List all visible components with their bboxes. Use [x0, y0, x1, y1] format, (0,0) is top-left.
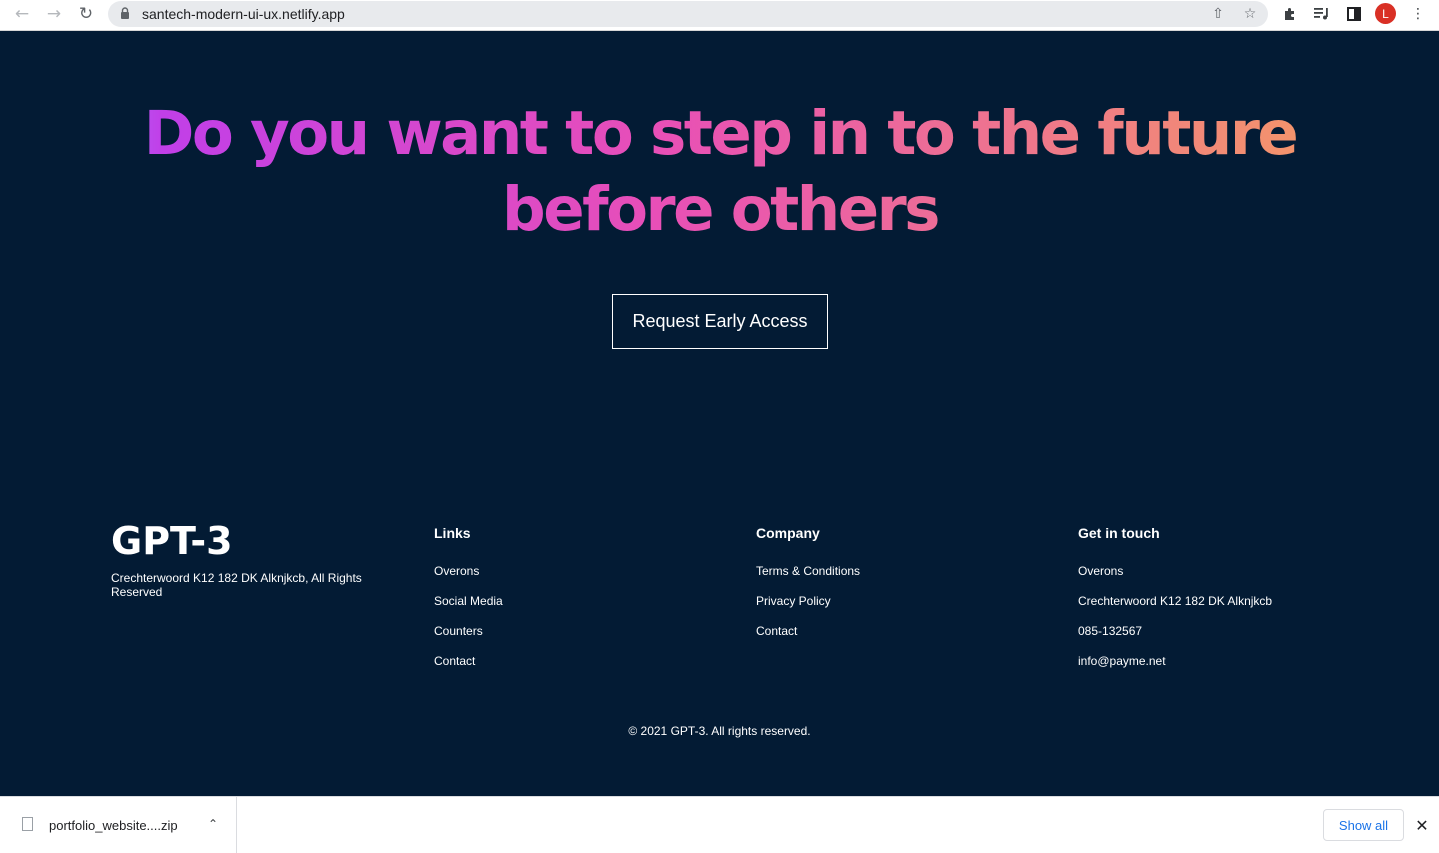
more-menu-icon[interactable]: ⋮ — [1408, 4, 1428, 24]
footer-contact-phone: 085-132567 — [1078, 624, 1143, 638]
footer-link-terms[interactable]: Terms & Conditions — [756, 564, 860, 594]
download-item[interactable]: portfolio_website....zip ⌃ — [0, 797, 237, 853]
footer-link-social-media[interactable]: Social Media — [434, 594, 503, 624]
zip-file-icon — [22, 817, 33, 831]
lock-icon — [121, 7, 129, 19]
footer-link-contact[interactable]: Contact — [434, 654, 503, 684]
footer-address: Crechterwoord K12 182 DK Alknjkcb, All R… — [111, 571, 362, 599]
cta-headline: Do you want to step in to the future bef… — [100, 96, 1340, 248]
forward-arrow-icon[interactable]: → — [41, 3, 67, 25]
footer-copyright: © 2021 GPT-3. All rights reserved. — [628, 724, 811, 738]
download-file-name: portfolio_website....zip — [49, 818, 178, 833]
footer-get-in-touch-title: Get in touch — [1078, 525, 1160, 541]
side-panel-icon[interactable] — [1344, 4, 1364, 24]
address-bar[interactable]: santech-modern-ui-ux.netlify.app ⇧ ☆ — [108, 1, 1268, 27]
browser-toolbar: ← → ↻ santech-modern-ui-ux.netlify.app ⇧… — [0, 0, 1439, 31]
download-shelf: portfolio_website....zip ⌃ Show all ✕ — [0, 796, 1439, 853]
footer-company-title: Company — [756, 525, 820, 541]
request-early-access-button[interactable]: Request Early Access — [612, 294, 828, 349]
footer-contact-list: Overons Crechterwoord K12 182 DK Alknjkc… — [1078, 564, 1272, 684]
footer-contact-overons: Overons — [1078, 564, 1124, 578]
close-icon[interactable]: ✕ — [1412, 815, 1432, 835]
bookmark-star-icon[interactable]: ☆ — [1241, 5, 1259, 23]
footer-link-company-contact[interactable]: Contact — [756, 624, 860, 654]
profile-avatar[interactable]: L — [1375, 3, 1396, 24]
footer-link-privacy-policy[interactable]: Privacy Policy — [756, 594, 860, 624]
url-text: santech-modern-ui-ux.netlify.app — [142, 6, 345, 22]
media-queue-icon[interactable] — [1312, 4, 1332, 24]
footer-links-title: Links — [434, 525, 471, 541]
reload-icon[interactable]: ↻ — [73, 3, 99, 25]
footer-contact-email: info@payme.net — [1078, 654, 1166, 668]
footer-links-list: Overons Social Media Counters Contact — [434, 564, 503, 684]
show-all-button[interactable]: Show all — [1323, 809, 1404, 841]
footer-link-overons[interactable]: Overons — [434, 564, 503, 594]
footer-contact-address: Crechterwoord K12 182 DK Alknjkcb — [1078, 594, 1273, 608]
extensions-icon[interactable] — [1280, 4, 1300, 24]
footer-company-list: Terms & Conditions Privacy Policy Contac… — [756, 564, 860, 654]
chevron-up-icon[interactable]: ⌃ — [204, 815, 222, 833]
back-arrow-icon[interactable]: ← — [9, 3, 35, 25]
footer-logo: GPT-3 — [111, 519, 233, 563]
share-icon[interactable]: ⇧ — [1209, 5, 1227, 23]
footer-link-counters[interactable]: Counters — [434, 624, 503, 654]
